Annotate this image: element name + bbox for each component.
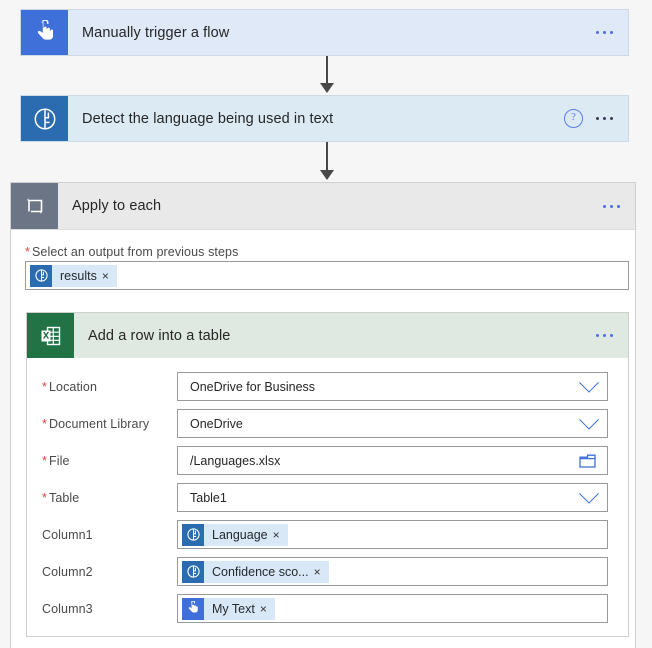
loop-output-label-text: Select an output from previous steps bbox=[31, 245, 239, 259]
apply-to-each-title: Apply to each bbox=[72, 198, 162, 214]
input-location-value: OneDrive for Business bbox=[190, 379, 316, 394]
required-asterisk: * bbox=[25, 245, 30, 259]
input-table-value: Table1 bbox=[190, 490, 227, 505]
detect-language-menu-button[interactable] bbox=[596, 117, 613, 120]
detect-language-title: Detect the language being used in text bbox=[82, 110, 334, 127]
input-file-value: /Languages.xlsx bbox=[190, 453, 281, 468]
label-document-library-text: Document Library bbox=[48, 416, 150, 431]
cognitive-brain-icon bbox=[30, 264, 52, 287]
chevron-down-icon[interactable] bbox=[579, 372, 599, 393]
token-chip-label: results bbox=[60, 268, 97, 283]
add-row-form: * Location OneDrive for Business * Documen… bbox=[27, 358, 628, 627]
connector-arrow-1 bbox=[315, 56, 339, 95]
token-remove-icon[interactable]: × bbox=[314, 565, 329, 579]
cognitive-brain-icon bbox=[21, 96, 68, 141]
apply-to-each-menu-button[interactable] bbox=[603, 204, 620, 208]
token-remove-icon[interactable]: × bbox=[102, 269, 117, 283]
touch-trigger-icon bbox=[21, 10, 68, 55]
label-file: * File bbox=[42, 454, 177, 468]
label-location-text: Location bbox=[48, 379, 98, 394]
form-row-table: * Table Table1 bbox=[27, 479, 628, 516]
folder-icon[interactable] bbox=[579, 454, 597, 468]
input-table[interactable]: Table1 bbox=[177, 483, 608, 512]
label-column2: Column2 bbox=[42, 564, 93, 579]
token-chip-my-text[interactable]: My Text × bbox=[182, 597, 275, 620]
label-table: * Table bbox=[42, 491, 177, 505]
add-row-menu-button[interactable] bbox=[596, 334, 613, 337]
required-asterisk: * bbox=[42, 416, 47, 431]
required-asterisk: * bbox=[42, 379, 47, 394]
detect-language-card[interactable]: Detect the language being used in text ? bbox=[20, 95, 629, 142]
label-file-text: File bbox=[48, 453, 70, 468]
form-row-location: * Location OneDrive for Business bbox=[27, 368, 628, 405]
loop-output-input[interactable]: results × bbox=[25, 261, 629, 290]
connector-arrow-2 bbox=[315, 142, 339, 182]
add-row-header[interactable]: X Add a row into a table bbox=[27, 313, 628, 358]
cognitive-brain-icon bbox=[182, 560, 204, 583]
cognitive-brain-icon bbox=[182, 523, 204, 546]
label-table-text: Table bbox=[48, 490, 80, 505]
input-column1[interactable]: Language × bbox=[177, 520, 608, 549]
form-row-column1: Column1 Language × bbox=[27, 516, 628, 553]
add-row-actions bbox=[596, 313, 628, 358]
apply-to-each-header[interactable]: Apply to each bbox=[11, 183, 635, 229]
required-asterisk: * bbox=[42, 490, 47, 505]
form-row-document-library: * Document Library OneDrive bbox=[27, 405, 628, 442]
token-chip-label: My Text bbox=[212, 601, 255, 616]
required-asterisk: * bbox=[42, 453, 47, 468]
input-location[interactable]: OneDrive for Business bbox=[177, 372, 608, 401]
label-location: * Location bbox=[42, 380, 177, 394]
svg-text:X: X bbox=[42, 331, 49, 341]
form-row-column2: Column2 Confidence sco... × bbox=[27, 553, 628, 590]
help-icon[interactable]: ? bbox=[564, 109, 583, 128]
loop-output-label: * Select an output from previous steps bbox=[25, 245, 238, 259]
excel-icon: X bbox=[27, 313, 74, 358]
token-chip-label: Confidence sco... bbox=[212, 564, 309, 579]
chevron-down-icon[interactable] bbox=[579, 483, 599, 504]
input-document-library[interactable]: OneDrive bbox=[177, 409, 608, 438]
token-chip-confidence-score[interactable]: Confidence sco... × bbox=[182, 560, 329, 583]
label-document-library: * Document Library bbox=[42, 417, 177, 431]
trigger-menu-button[interactable] bbox=[596, 31, 613, 34]
add-row-title: Add a row into a table bbox=[88, 327, 231, 344]
token-chip-results[interactable]: results × bbox=[30, 264, 117, 287]
token-remove-icon[interactable]: × bbox=[273, 528, 288, 542]
token-chip-label: Language bbox=[212, 527, 268, 542]
label-column1: Column1 bbox=[42, 527, 93, 542]
input-column3[interactable]: My Text × bbox=[177, 594, 608, 623]
form-row-file: * File /Languages.xlsx bbox=[27, 442, 628, 479]
token-remove-icon[interactable]: × bbox=[260, 602, 275, 616]
label-column3: Column3 bbox=[42, 601, 93, 616]
input-file[interactable]: /Languages.xlsx bbox=[177, 446, 608, 475]
add-row-card: X Add a row into a table * Location OneDr… bbox=[26, 312, 629, 637]
form-row-column3: Column3 My Text × bbox=[27, 590, 628, 627]
loop-icon bbox=[11, 183, 58, 229]
trigger-title: Manually trigger a flow bbox=[82, 24, 230, 41]
trigger-card[interactable]: Manually trigger a flow bbox=[20, 9, 629, 56]
token-chip-language[interactable]: Language × bbox=[182, 523, 288, 546]
chevron-down-icon[interactable] bbox=[579, 409, 599, 430]
trigger-actions bbox=[596, 10, 628, 55]
input-document-library-value: OneDrive bbox=[190, 416, 243, 431]
touch-trigger-icon bbox=[182, 597, 204, 620]
input-column2[interactable]: Confidence sco... × bbox=[177, 557, 608, 586]
detect-language-actions: ? bbox=[564, 96, 628, 141]
apply-to-each-actions bbox=[603, 183, 635, 229]
